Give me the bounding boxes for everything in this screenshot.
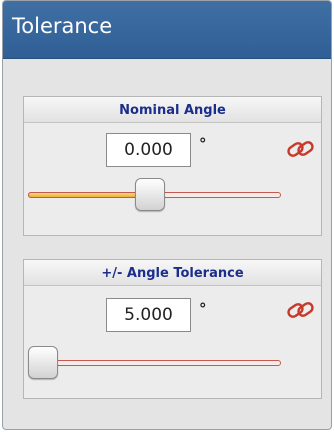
nominal-angle-label: Nominal Angle — [119, 103, 226, 118]
nominal-angle-field[interactable]: 0.000 — [106, 133, 191, 167]
angle-tolerance-label: +/- Angle Tolerance — [101, 266, 244, 281]
angle-tolerance-field[interactable]: 5.000 — [106, 298, 191, 332]
panel-header: Tolerance — [3, 1, 331, 59]
panel-title: Tolerance — [12, 14, 113, 38]
angle-tolerance-header: +/- Angle Tolerance — [24, 260, 321, 286]
chain-link-icon[interactable] — [286, 137, 316, 161]
nominal-angle-unit: ° — [199, 135, 207, 153]
nominal-angle-group: Nominal Angle 0.000 ° — [23, 96, 322, 236]
angle-tolerance-group: +/- Angle Tolerance 5.000 ° — [23, 259, 322, 399]
angle-tolerance-slider-track[interactable] — [28, 360, 281, 366]
chain-link-icon[interactable] — [286, 298, 316, 322]
nominal-angle-slider-fill — [28, 192, 150, 198]
angle-tolerance-slider-thumb[interactable] — [28, 346, 58, 379]
tolerance-panel: Tolerance Nominal Angle 0.000 ° +/- Angl… — [2, 0, 332, 430]
angle-tolerance-unit: ° — [199, 300, 207, 318]
nominal-angle-header: Nominal Angle — [24, 97, 321, 123]
nominal-angle-slider-thumb[interactable] — [135, 178, 165, 211]
